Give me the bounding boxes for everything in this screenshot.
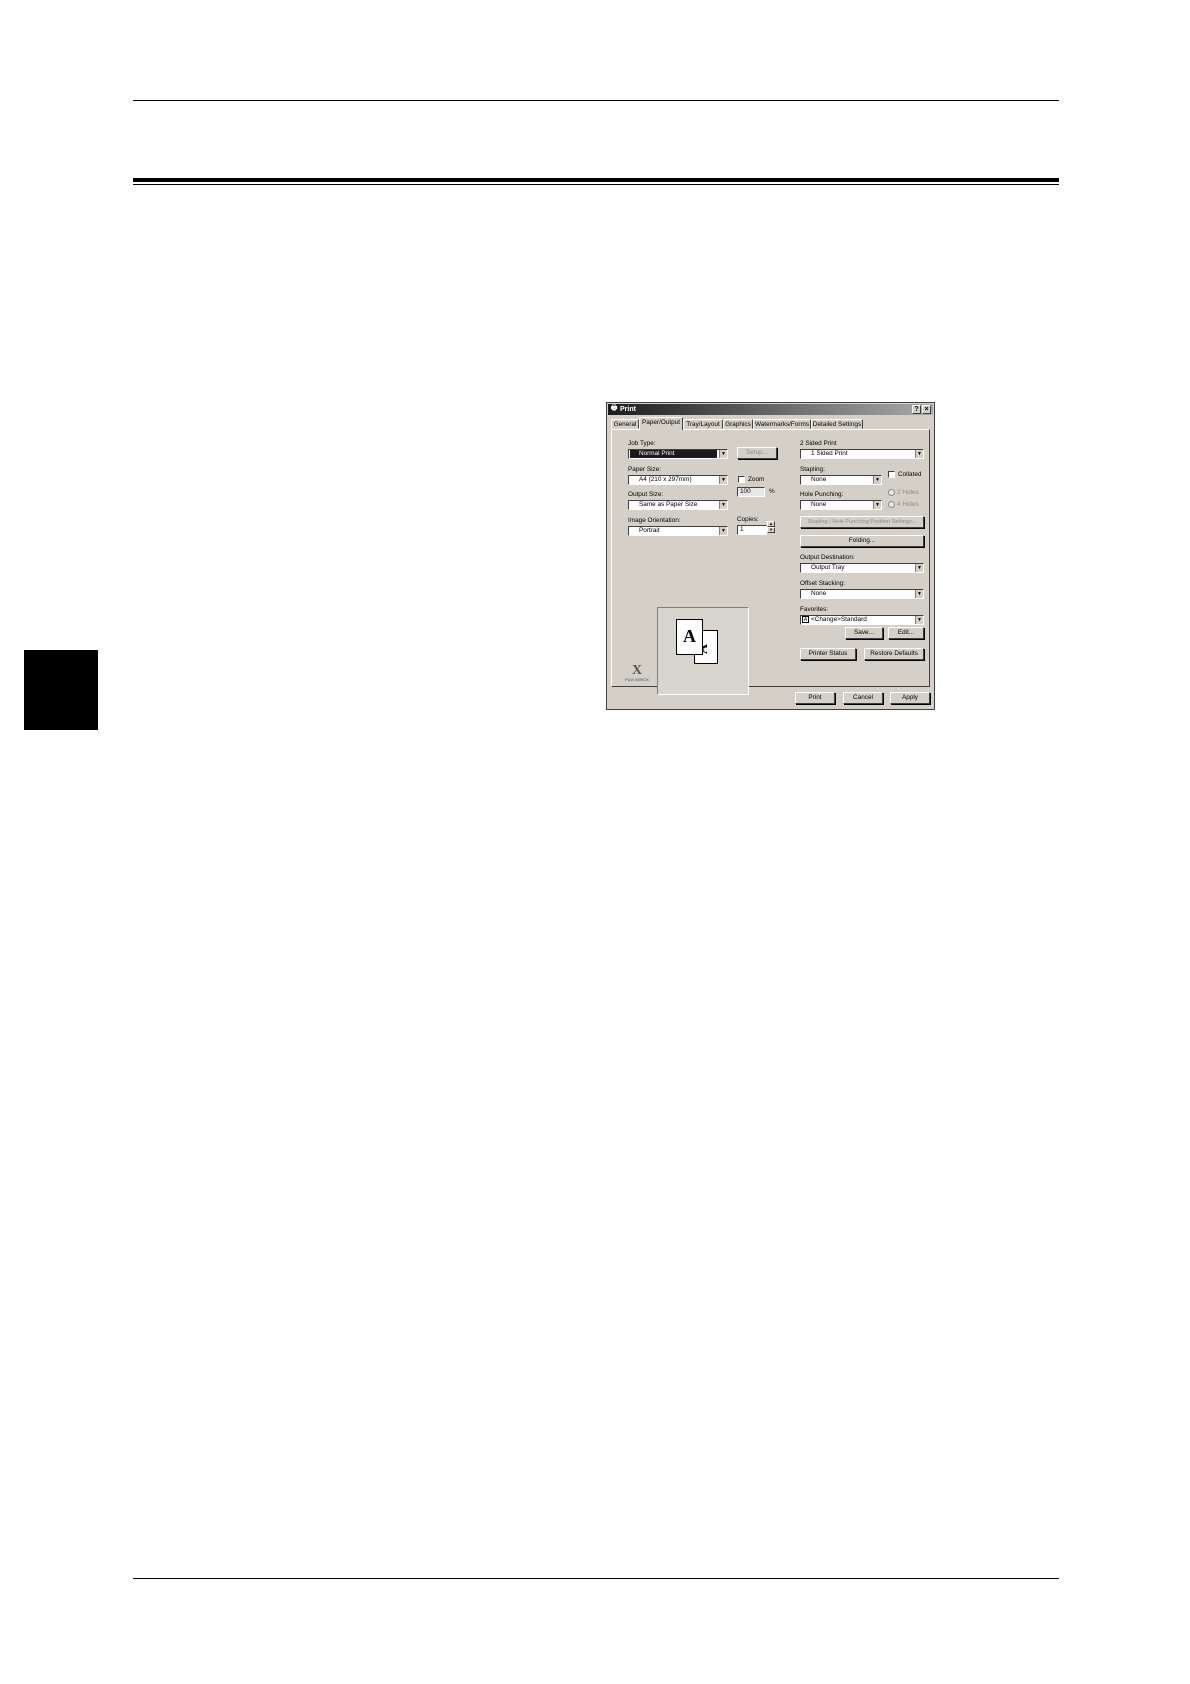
paper-size-label: Paper Size: bbox=[628, 466, 662, 473]
offset-stacking-select[interactable]: None ▼ bbox=[800, 589, 924, 599]
edit-button[interactable]: Edit... bbox=[888, 627, 924, 639]
section-rule-heavy bbox=[133, 178, 1059, 182]
cancel-button[interactable]: Cancel bbox=[843, 692, 883, 704]
output-destination-select[interactable]: Output Tray ▼ bbox=[800, 563, 924, 573]
job-type-label: Job Type: bbox=[628, 440, 656, 447]
dropdown-arrow-icon[interactable]: ▼ bbox=[719, 527, 727, 535]
print-button[interactable]: Print bbox=[795, 692, 835, 704]
page-preview: A A bbox=[657, 607, 749, 695]
stapling-select[interactable]: None ▼ bbox=[800, 475, 882, 485]
chapter-tab bbox=[24, 650, 98, 730]
footer-rule bbox=[133, 1578, 1059, 1579]
logo-text: FUJI XEROX bbox=[625, 677, 649, 682]
four-holes-label: 4 Holes bbox=[897, 501, 919, 508]
stapling-value: None bbox=[811, 476, 827, 483]
favorites-select[interactable]: A <Change>Standard ▼ bbox=[800, 615, 924, 625]
dropdown-arrow-icon[interactable]: ▼ bbox=[915, 450, 923, 458]
image-orientation-label: Image Orientation: bbox=[628, 517, 681, 524]
setup-button[interactable]: Setup... bbox=[737, 447, 777, 459]
save-button[interactable]: Save... bbox=[845, 627, 883, 639]
offset-stacking-label: Offset Stacking: bbox=[800, 580, 845, 587]
copies-input[interactable]: 1 bbox=[737, 525, 767, 535]
restore-defaults-button[interactable]: Restore Defaults bbox=[864, 648, 924, 660]
printer-status-button[interactable]: Printer Status bbox=[800, 648, 856, 660]
paper-output-panel: Job Type: Normal Print ▼ Setup... Paper … bbox=[611, 429, 930, 695]
dropdown-arrow-icon[interactable]: ▼ bbox=[719, 501, 727, 509]
dropdown-arrow-icon[interactable]: ▼ bbox=[719, 476, 727, 484]
collated-checkbox[interactable] bbox=[888, 471, 895, 478]
two-holes-radio[interactable] bbox=[888, 489, 895, 496]
stapling-label: Stapling: bbox=[800, 466, 825, 473]
tab-paper-output[interactable]: Paper/Output bbox=[639, 417, 683, 430]
dropdown-arrow-icon[interactable]: ▼ bbox=[873, 476, 881, 484]
zoom-input[interactable]: 100 bbox=[737, 487, 765, 497]
section-rule-thin bbox=[133, 184, 1059, 185]
folding-button[interactable]: Folding... bbox=[800, 535, 924, 547]
help-button[interactable]: ? bbox=[912, 405, 921, 414]
favorites-badge-icon: A bbox=[802, 616, 809, 623]
hole-punching-label: Hole Punching: bbox=[800, 491, 844, 498]
job-type-select[interactable]: Normal Print ▼ bbox=[628, 449, 728, 459]
four-holes-radio[interactable] bbox=[888, 501, 895, 508]
copies-down-icon[interactable]: ▼ bbox=[767, 527, 775, 533]
two-sided-select[interactable]: 1 Sided Print ▼ bbox=[800, 449, 924, 459]
zoom-label: Zoom bbox=[748, 476, 765, 483]
two-sided-label: 2 Sided Print bbox=[800, 440, 837, 447]
dropdown-arrow-icon[interactable]: ▼ bbox=[719, 450, 727, 458]
hole-punching-value: None bbox=[811, 501, 827, 508]
dialog-title: Print bbox=[620, 406, 636, 413]
copies-label: Copies: bbox=[737, 516, 759, 523]
dropdown-arrow-icon[interactable]: ▼ bbox=[915, 564, 923, 572]
hole-punching-select[interactable]: None ▼ bbox=[800, 500, 882, 510]
tab-general[interactable]: General bbox=[611, 419, 639, 429]
image-orientation-select[interactable]: Portrait ▼ bbox=[628, 526, 728, 536]
output-size-label: Output Size: bbox=[628, 491, 664, 498]
fuji-xerox-logo: X FUJI XEROX bbox=[620, 663, 654, 683]
two-holes-label: 2 Holes bbox=[897, 489, 919, 496]
offset-stacking-value: None bbox=[811, 590, 827, 597]
printer-icon: 🖶 bbox=[610, 405, 618, 412]
output-destination-label: Output Destination: bbox=[800, 554, 855, 561]
close-button[interactable]: × bbox=[922, 405, 931, 414]
paper-size-select[interactable]: A4 (210 x 297mm) ▼ bbox=[628, 475, 728, 485]
output-size-select[interactable]: Same as Paper Size ▼ bbox=[628, 500, 728, 510]
dropdown-arrow-icon[interactable]: ▼ bbox=[915, 616, 923, 624]
job-type-value: Normal Print bbox=[630, 450, 717, 458]
preview-front-page: A bbox=[676, 619, 703, 655]
apply-button[interactable]: Apply bbox=[890, 692, 930, 704]
tab-tray-layout[interactable]: Tray/Layout bbox=[683, 419, 723, 429]
zoom-checkbox[interactable] bbox=[738, 476, 745, 483]
output-destination-value: Output Tray bbox=[811, 564, 845, 571]
zoom-unit: % bbox=[769, 488, 775, 495]
print-dialog: 🖶 Print ? × General Paper/Output Tray/La… bbox=[606, 402, 935, 710]
stapling-position-button[interactable]: Stapling / Hole Punching Position Settin… bbox=[800, 516, 924, 528]
two-sided-value: 1 Sided Print bbox=[811, 450, 848, 457]
tab-detailed-settings[interactable]: Detailed Settings bbox=[811, 419, 863, 429]
dropdown-arrow-icon[interactable]: ▼ bbox=[915, 590, 923, 598]
paper-size-value: A4 (210 x 297mm) bbox=[639, 476, 692, 483]
header-rule bbox=[133, 100, 1059, 101]
favorites-label: Favorites: bbox=[800, 606, 829, 613]
tab-graphics[interactable]: Graphics bbox=[723, 419, 753, 429]
output-size-value: Same as Paper Size bbox=[639, 501, 698, 508]
xerox-x-icon: X bbox=[631, 663, 643, 678]
favorites-value: <Change>Standard bbox=[811, 616, 867, 623]
collated-label: Collated bbox=[898, 471, 922, 478]
image-orientation-value: Portrait bbox=[639, 527, 660, 534]
dialog-titlebar[interactable]: 🖶 Print ? × bbox=[608, 404, 933, 415]
dropdown-arrow-icon[interactable]: ▼ bbox=[873, 501, 881, 509]
tab-watermarks-forms[interactable]: Watermarks/Forms bbox=[753, 419, 811, 429]
